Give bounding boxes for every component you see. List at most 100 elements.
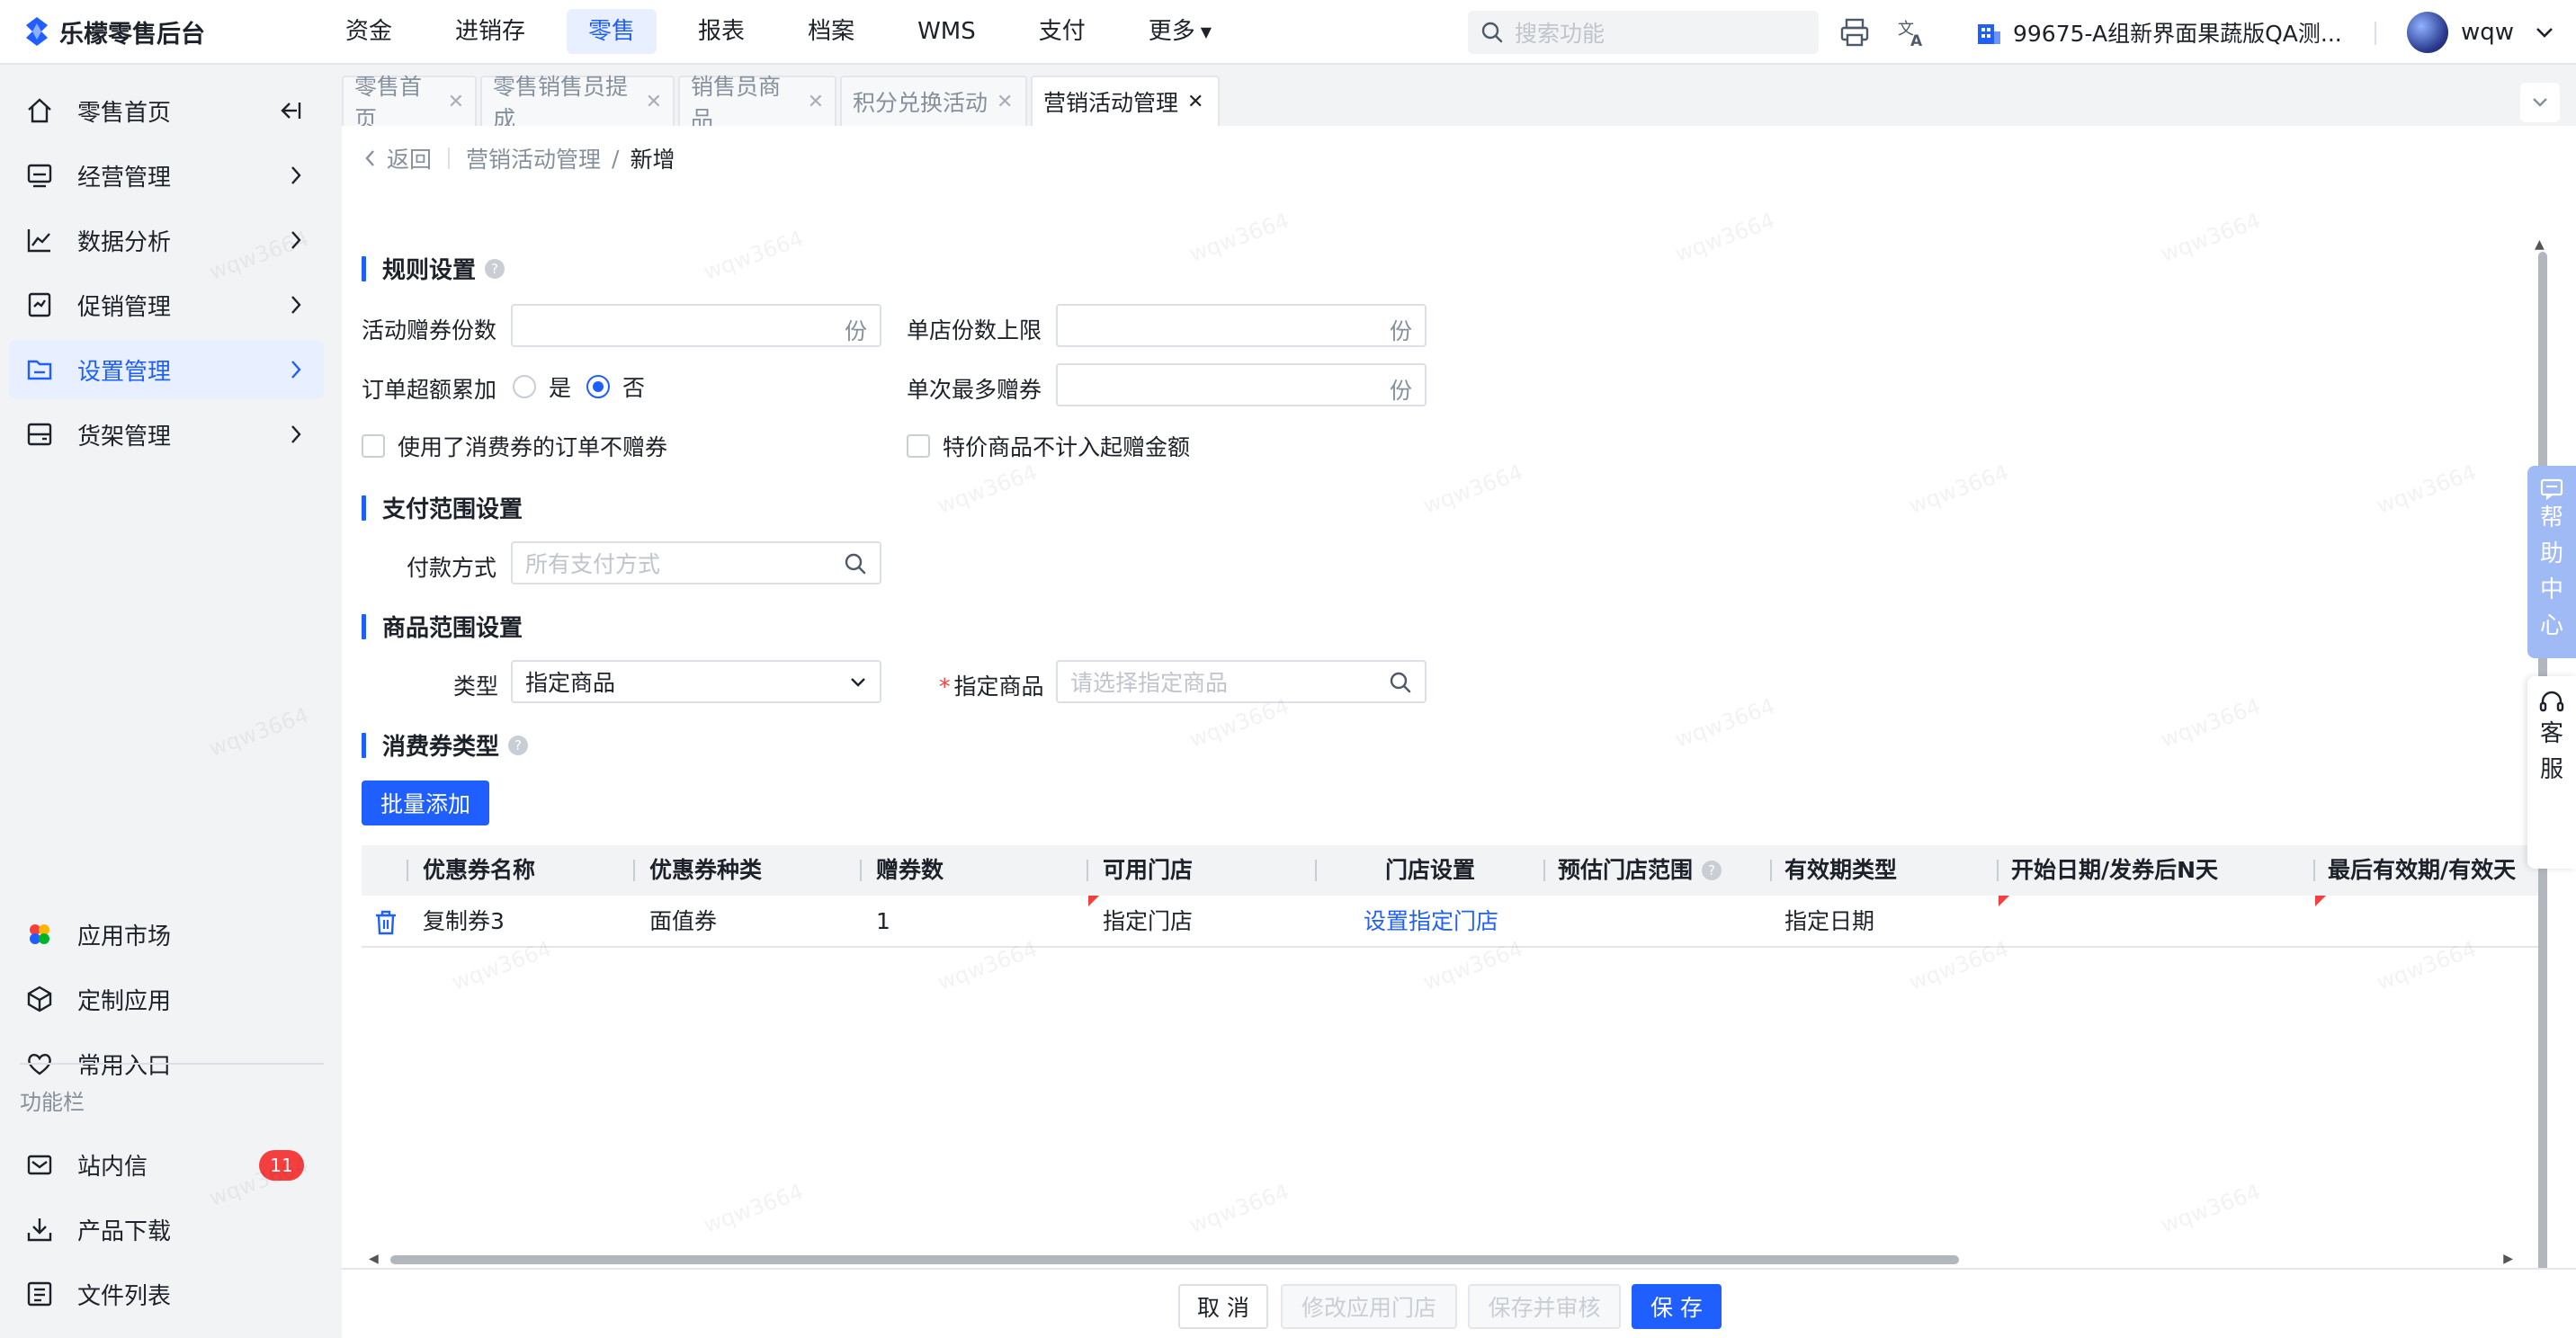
col-coupon-count: 赠券数 (876, 857, 944, 883)
close-icon[interactable]: ✕ (448, 91, 464, 113)
sidebar-item-operations[interactable]: 经营管理 (9, 146, 324, 205)
app-title: 乐檬零售后台 (59, 20, 205, 49)
sidebar-item-messages[interactable]: 站内信 11 (9, 1135, 324, 1194)
help-text-2: 助 (2539, 540, 2563, 567)
save-button[interactable]: 保 存 (1632, 1284, 1722, 1329)
radio-no[interactable]: 否 (586, 370, 645, 403)
close-icon[interactable]: ✕ (808, 91, 824, 113)
horizontal-scrollbar[interactable]: ◀ ▶ (369, 1252, 2513, 1266)
sidebar-item-file-list[interactable]: 文件列表 (9, 1264, 324, 1324)
cell-coupon-count[interactable]: 1 (876, 896, 890, 948)
section-goods-title: 商品范围设置 (382, 615, 523, 642)
close-icon[interactable]: ✕ (1187, 91, 1203, 113)
checkbox-used-coupon[interactable]: 使用了消费券的订单不赠券 (362, 430, 667, 462)
cancel-button[interactable]: 取 消 (1178, 1284, 1268, 1329)
sidebar-item-label: 促销管理 (77, 293, 172, 321)
collapse-sidebar-icon[interactable] (279, 100, 302, 121)
checkbox-box (907, 434, 930, 458)
nav-item-retail[interactable]: 零售 (567, 9, 657, 54)
help-icon[interactable]: ? (485, 258, 505, 279)
nav-item-more[interactable]: 更多 ▼ (1127, 9, 1233, 54)
nav-item-wms[interactable]: WMS (896, 9, 997, 54)
column-divider (1087, 860, 1088, 881)
sidebar-item-retail-home[interactable]: 零售首页 (9, 81, 324, 140)
horizontal-scroll-thumb[interactable] (390, 1255, 1959, 1264)
printer-icon[interactable] (1838, 16, 1871, 49)
sidebar-item-custom-app[interactable]: 定制应用 (9, 969, 324, 1029)
sidebar-item-label: 设置管理 (77, 358, 172, 386)
sidebar-item-app-market[interactable]: 应用市场 (9, 905, 324, 964)
unit-suffix: 份 (844, 318, 867, 344)
required-corner-marker (1088, 896, 1099, 906)
nav-item-reports[interactable]: 报表 (676, 9, 766, 54)
tab-salesperson-goods[interactable]: 销售员商品 ✕ (678, 74, 836, 132)
checkbox-special-goods[interactable]: 特价商品不计入起赠金额 (907, 430, 1190, 462)
sidebar-item-data-analysis[interactable]: 数据分析 (9, 210, 324, 270)
chevron-left-icon[interactable] (363, 147, 376, 169)
store-limit-input[interactable]: 份 (1056, 304, 1427, 347)
goods-type-select[interactable]: 指定商品 (511, 660, 881, 703)
caret-down-icon: ▼ (1200, 22, 1212, 40)
scroll-left-icon[interactable]: ◀ (369, 1252, 379, 1266)
tab-points-exchange[interactable]: 积分兑换活动 ✕ (840, 76, 1027, 126)
shelf-icon (23, 418, 56, 450)
org-name: 99675-A组新界面果蔬版QA测... (2013, 21, 2342, 47)
nav-item-funds[interactable]: 资金 (324, 9, 414, 54)
translate-icon[interactable]: 文A (1896, 16, 1928, 49)
cell-available-store[interactable]: 指定门店 (1103, 896, 1193, 948)
batch-add-button[interactable]: 批量添加 (362, 780, 489, 825)
tab-sales-commission[interactable]: 零售销售员提成 ✕ (480, 74, 675, 132)
back-link[interactable]: 返回 (387, 142, 432, 174)
column-divider (1770, 860, 1772, 881)
radio-yes[interactable]: 是 (513, 370, 571, 403)
section-payment-title: 支付范围设置 (382, 496, 523, 523)
topbar-divider (2375, 22, 2376, 45)
main-area: 零售首页 ✕ 零售销售员提成 ✕ 销售员商品 ✕ 积分兑换活动 ✕ 营销活动管理 ✕ 返回… (342, 65, 2576, 1338)
set-store-link[interactable]: 设置指定门店 (1364, 896, 1498, 948)
sidebar-item-settings[interactable]: 设置管理 (9, 340, 324, 399)
user-menu[interactable]: wqw (2407, 11, 2554, 54)
section-payment: 支付范围设置 (362, 491, 523, 524)
payment-method-input[interactable]: 所有支付方式 (511, 541, 881, 584)
help-center-widget[interactable]: 帮 助 中 心 (2527, 466, 2576, 658)
tab-retail-home[interactable]: 零售首页 ✕ (342, 74, 477, 132)
scroll-right-icon[interactable]: ▶ (2503, 1252, 2513, 1266)
tabs-dropdown[interactable] (2520, 83, 2560, 122)
goods-select-input[interactable]: 请选择指定商品 (1056, 660, 1427, 703)
tab-label: 零售首页 (354, 74, 423, 132)
customer-service-widget[interactable]: 客 服 (2527, 676, 2576, 869)
tab-marketing-activity[interactable]: 营销活动管理 ✕ (1031, 76, 1220, 126)
nav-item-inventory[interactable]: 进销存 (434, 9, 547, 54)
help-icon[interactable]: ? (1702, 861, 1722, 880)
max-per-input[interactable]: 份 (1056, 363, 1427, 406)
sidebar-item-label: 数据分析 (77, 228, 172, 256)
nav-item-payment[interactable]: 支付 (1017, 9, 1107, 54)
trash-icon[interactable] (374, 910, 398, 935)
sidebar: 零售首页 经营管理 数据分析 促销管理 设置管理 货架管理 应用市场 定制应用 … (0, 65, 340, 1338)
service-text-2: 服 (2539, 756, 2563, 783)
search-input[interactable]: 搜索功能 (1468, 11, 1819, 54)
column-divider (1543, 860, 1545, 881)
breadcrumb-parent[interactable]: 营销活动管理 (466, 142, 601, 174)
save-and-review-button[interactable]: 保存并审核 (1468, 1284, 1621, 1329)
help-text-4: 心 (2539, 612, 2563, 639)
sidebar-item-download[interactable]: 产品下载 (9, 1200, 324, 1259)
col-estimate-range: 预估门店范围? (1558, 845, 1722, 896)
modify-store-button[interactable]: 修改应用门店 (1281, 1284, 1457, 1329)
nav-item-archive[interactable]: 档案 (786, 9, 876, 54)
help-text-1: 帮 (2539, 504, 2563, 531)
close-icon[interactable]: ✕ (646, 91, 662, 113)
close-icon[interactable]: ✕ (997, 91, 1013, 113)
coupon-count-input[interactable]: 份 (511, 304, 881, 347)
chevron-down-icon (851, 678, 865, 687)
help-icon[interactable]: ? (508, 735, 529, 755)
scroll-up-icon[interactable]: ▲ (2535, 237, 2545, 252)
sidebar-item-promotion[interactable]: 促销管理 (9, 275, 324, 334)
app-logo[interactable]: 乐檬零售后台 (0, 14, 324, 49)
cell-validity-type[interactable]: 指定日期 (1784, 896, 1874, 948)
sidebar-item-shelf[interactable]: 货架管理 (9, 405, 324, 464)
home-icon (23, 94, 56, 127)
top-nav: 资金 进销存 零售 报表 档案 WMS 支付 更多 ▼ (324, 0, 1253, 64)
section-goods: 商品范围设置 (362, 610, 523, 643)
org-switcher[interactable]: 99675-A组新界面果蔬版QA测... (1975, 13, 2342, 52)
